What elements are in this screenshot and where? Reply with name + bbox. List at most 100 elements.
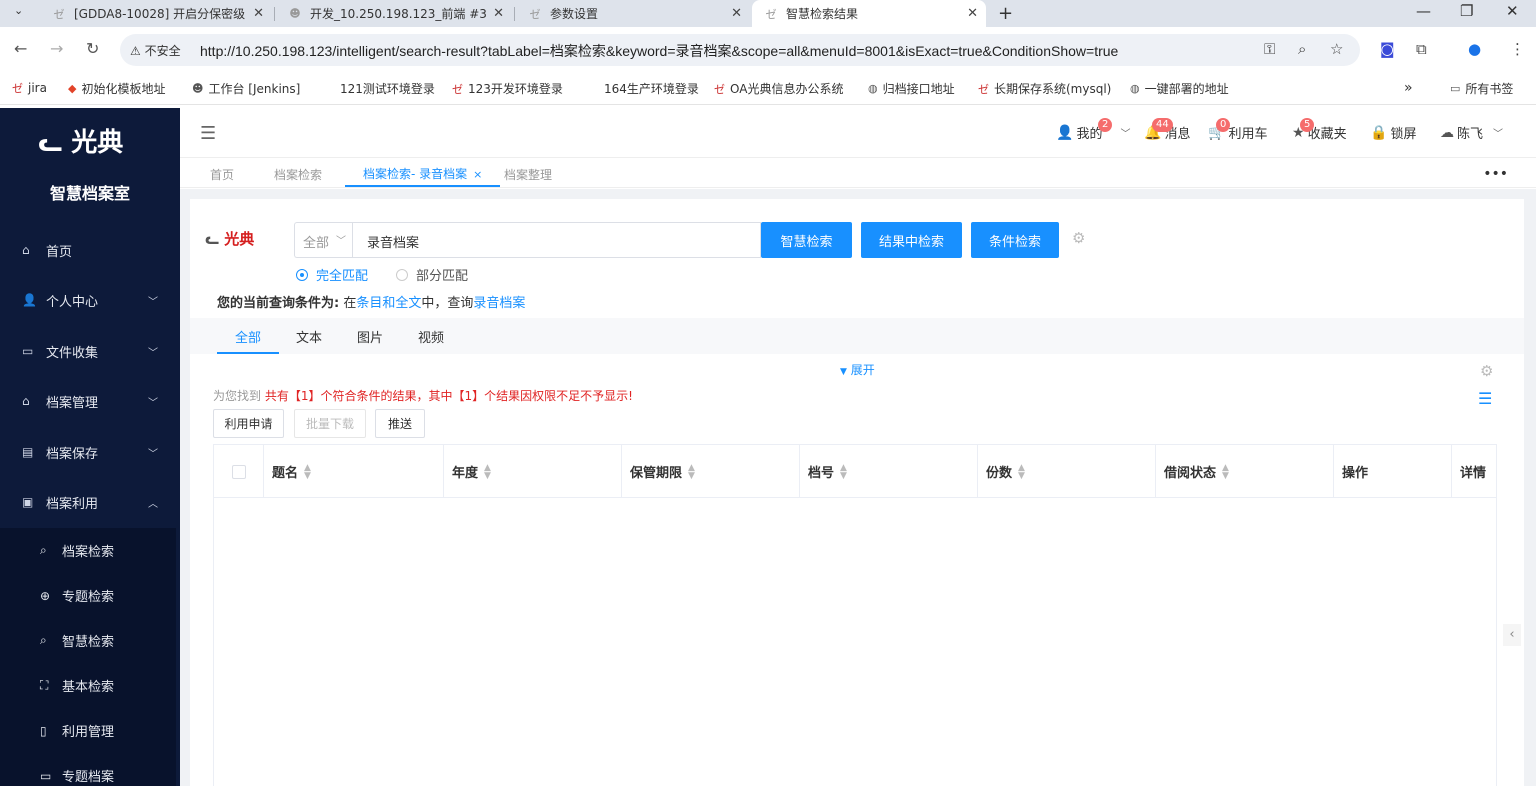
sidebar-sub-topic-search[interactable]: ⊕ 专题检索 bbox=[0, 573, 176, 618]
condition-search-button[interactable]: 条件检索 bbox=[971, 222, 1059, 258]
type-tab-all[interactable]: 全部 bbox=[235, 327, 261, 346]
bookmark-deploy[interactable]: ◍ 一键部署的地址 bbox=[1130, 80, 1229, 97]
close-icon[interactable]: ✕ bbox=[493, 6, 504, 21]
apply-use-button[interactable]: 利用申请 bbox=[213, 409, 284, 438]
hamburger-menu-icon[interactable]: ☰ bbox=[200, 123, 216, 144]
bookmark-template[interactable]: ◆ 初始化模板地址 bbox=[68, 80, 165, 97]
bookmark-jira[interactable]: ゼ jira bbox=[12, 80, 47, 96]
tab-home[interactable]: 首页 bbox=[210, 166, 234, 183]
bookmark-archive-api[interactable]: ◍ 归档接口地址 bbox=[868, 80, 955, 97]
smart-search-button[interactable]: 智慧检索 bbox=[761, 222, 852, 258]
mine-menu[interactable]: 👤 我的 2 ﹀ bbox=[1056, 118, 1130, 142]
browser-tab-4-active[interactable]: ゼ 智慧检索结果 ✕ bbox=[752, 0, 986, 27]
sidebar-item-utilize[interactable]: ▣ 档案利用 ︿ bbox=[0, 477, 180, 527]
sort-icon[interactable]: ▲ ▼ bbox=[1222, 463, 1229, 480]
sort-icon[interactable]: ▲ ▼ bbox=[304, 463, 311, 480]
tab-archive-search-recording[interactable]: 档案检索- 录音档案 × bbox=[345, 165, 501, 187]
exact-match-radio[interactable]: 完全匹配 bbox=[296, 265, 368, 284]
menu-dots-icon[interactable]: ⋮ bbox=[1510, 40, 1525, 58]
type-tab-text[interactable]: 文本 bbox=[296, 327, 322, 346]
tab-archive-organize[interactable]: 档案整理 bbox=[504, 166, 552, 183]
bookmark-long-term[interactable]: ゼ长期保存系统(mysql) bbox=[978, 80, 1111, 97]
user-menu[interactable]: ☁ 陈飞 ﹀ bbox=[1440, 123, 1503, 143]
window-close-icon[interactable]: ✕ bbox=[1506, 2, 1519, 20]
col-archive-no[interactable]: 档号 ▲ ▼ bbox=[800, 445, 978, 498]
new-tab-button[interactable]: + bbox=[998, 3, 1013, 24]
close-icon[interactable]: ✕ bbox=[967, 6, 978, 21]
back-icon[interactable]: ← bbox=[14, 39, 27, 58]
bookmark-jenkins[interactable]: ☻ 工作台 [Jenkins] bbox=[192, 80, 300, 97]
puzzle-icon[interactable]: ⧉ bbox=[1416, 40, 1427, 58]
bookmarks-overflow-icon[interactable]: » bbox=[1404, 80, 1413, 96]
col-title[interactable]: 题名 ▲ ▼ bbox=[264, 445, 444, 498]
profile-icon[interactable]: ● bbox=[1468, 40, 1481, 58]
bookmark-oa[interactable]: ゼ OA光典信息办公系统 bbox=[714, 80, 843, 97]
gear-icon[interactable]: ⚙ bbox=[1072, 229, 1085, 247]
chevron-left-icon[interactable]: ‹ bbox=[1503, 624, 1521, 646]
url-text[interactable]: http://10.250.198.123/intelligent/search… bbox=[200, 41, 1118, 61]
messages-menu[interactable]: 🔔 消息 44 bbox=[1144, 118, 1190, 142]
bookmark-123[interactable]: ゼ 123开发环境登录 bbox=[452, 80, 563, 97]
sidebar-item-collect[interactable]: ▭ 文件收集 ﹀ bbox=[0, 326, 180, 376]
bookmark-121[interactable]: 121测试环境登录 bbox=[340, 80, 435, 97]
partial-match-radio[interactable]: 部分匹配 bbox=[396, 265, 468, 284]
extension-icon[interactable]: ◙ bbox=[1380, 40, 1395, 58]
sort-icon[interactable]: ▲ ▼ bbox=[688, 463, 695, 480]
sidebar-sub-archive-search[interactable]: ⌕ 档案检索 bbox=[0, 528, 176, 573]
browser-tab-3[interactable]: ゼ 参数设置 ✕ bbox=[516, 0, 750, 27]
omnibox[interactable]: ⚠ 不安全 http://10.250.198.123/intelligent/… bbox=[120, 34, 1360, 66]
sidebar-item-personal[interactable]: 👤 个人中心 ﹀ bbox=[0, 275, 180, 325]
type-tab-image[interactable]: 图片 bbox=[357, 327, 383, 346]
all-bookmarks[interactable]: ▭ 所有书签 bbox=[1450, 80, 1513, 97]
chevron-down-icon: ﹀ bbox=[148, 448, 158, 460]
close-icon[interactable]: ✕ bbox=[253, 6, 264, 21]
scope-select[interactable]: 全部 ﹀ bbox=[294, 222, 352, 258]
key-icon[interactable]: ⚿ bbox=[1264, 40, 1275, 58]
col-copies[interactable]: 份数 ▲ ▼ bbox=[978, 445, 1156, 498]
push-button[interactable]: 推送 bbox=[375, 409, 425, 438]
sort-icon[interactable]: ▲ ▼ bbox=[484, 463, 491, 480]
search-input[interactable]: 录音档案 bbox=[352, 222, 761, 258]
sort-icon[interactable]: ▲ ▼ bbox=[1018, 463, 1025, 480]
more-icon[interactable]: ••• bbox=[1483, 166, 1508, 182]
lock-icon: 🔒 bbox=[1370, 124, 1388, 141]
folder-icon: ▭ bbox=[22, 344, 34, 358]
zoom-icon[interactable]: ⌕ bbox=[1298, 40, 1306, 58]
chevron-down-icon: ﹀ bbox=[336, 236, 346, 247]
security-warning[interactable]: ⚠ 不安全 bbox=[130, 42, 181, 59]
type-tab-video[interactable]: 视频 bbox=[418, 327, 444, 346]
tab-search-chevron-icon[interactable]: ⌄ bbox=[14, 4, 23, 17]
sort-icon[interactable]: ▲ ▼ bbox=[840, 463, 847, 480]
search-in-results-button[interactable]: 结果中检索 bbox=[861, 222, 962, 258]
browser-tab-1[interactable]: ゼ [GDDA8-10028] 开启分保密级 ✕ bbox=[40, 0, 272, 27]
lock-screen[interactable]: 🔒 锁屏 bbox=[1370, 123, 1416, 143]
sidebar-sub-basic-search[interactable]: ⛶ 基本检索 bbox=[0, 663, 176, 708]
maximize-icon[interactable]: ❐ bbox=[1460, 2, 1473, 20]
col-operation: 操作 bbox=[1334, 445, 1452, 498]
forward-icon[interactable]: → bbox=[50, 39, 63, 58]
bookmark-164[interactable]: 164生产环境登录 bbox=[604, 80, 699, 97]
minimize-icon[interactable]: — bbox=[1416, 2, 1431, 20]
sidebar-item-manage[interactable]: ⌂ 档案管理 ﹀ bbox=[0, 376, 180, 426]
sidebar-sub-utilize-manage[interactable]: ▯ 利用管理 bbox=[0, 708, 176, 753]
star-icon[interactable]: ☆ bbox=[1330, 40, 1343, 58]
sidebar-sub-smart-search[interactable]: ⌕ 智慧检索 bbox=[0, 618, 176, 663]
col-borrow-status[interactable]: 借阅状态 ▲ ▼ bbox=[1156, 445, 1334, 498]
col-retention[interactable]: 保管期限 ▲ ▼ bbox=[622, 445, 800, 498]
list-view-icon[interactable]: ☰ bbox=[1478, 389, 1492, 408]
gear-icon[interactable]: ⚙ bbox=[1480, 362, 1493, 380]
favorites-menu[interactable]: ★ 收藏夹 5 bbox=[1292, 118, 1347, 142]
cart-menu[interactable]: 🛒 利用车 0 bbox=[1208, 118, 1267, 142]
col-year[interactable]: 年度 ▲ ▼ bbox=[444, 445, 622, 498]
sidebar-item-storage[interactable]: ▤ 档案保存 ﹀ bbox=[0, 427, 180, 477]
close-icon[interactable]: ✕ bbox=[731, 6, 742, 21]
sidebar-sub-topic-archive[interactable]: ▭ 专题档案 bbox=[0, 753, 176, 786]
sidebar-item-home[interactable]: ⌂ 首页 bbox=[0, 225, 180, 275]
expand-toggle[interactable]: ▼ 展开 bbox=[840, 361, 875, 378]
select-all-checkbox[interactable] bbox=[231, 464, 246, 479]
reload-icon[interactable]: ↻ bbox=[86, 39, 99, 58]
browser-tab-2[interactable]: ☻ 开发_10.250.198.123_前端 #3 ✕ bbox=[276, 0, 512, 27]
tab-archive-search[interactable]: 档案检索 bbox=[274, 166, 322, 183]
close-icon[interactable]: × bbox=[473, 168, 482, 181]
batch-download-button[interactable]: 批量下载 bbox=[294, 409, 366, 438]
